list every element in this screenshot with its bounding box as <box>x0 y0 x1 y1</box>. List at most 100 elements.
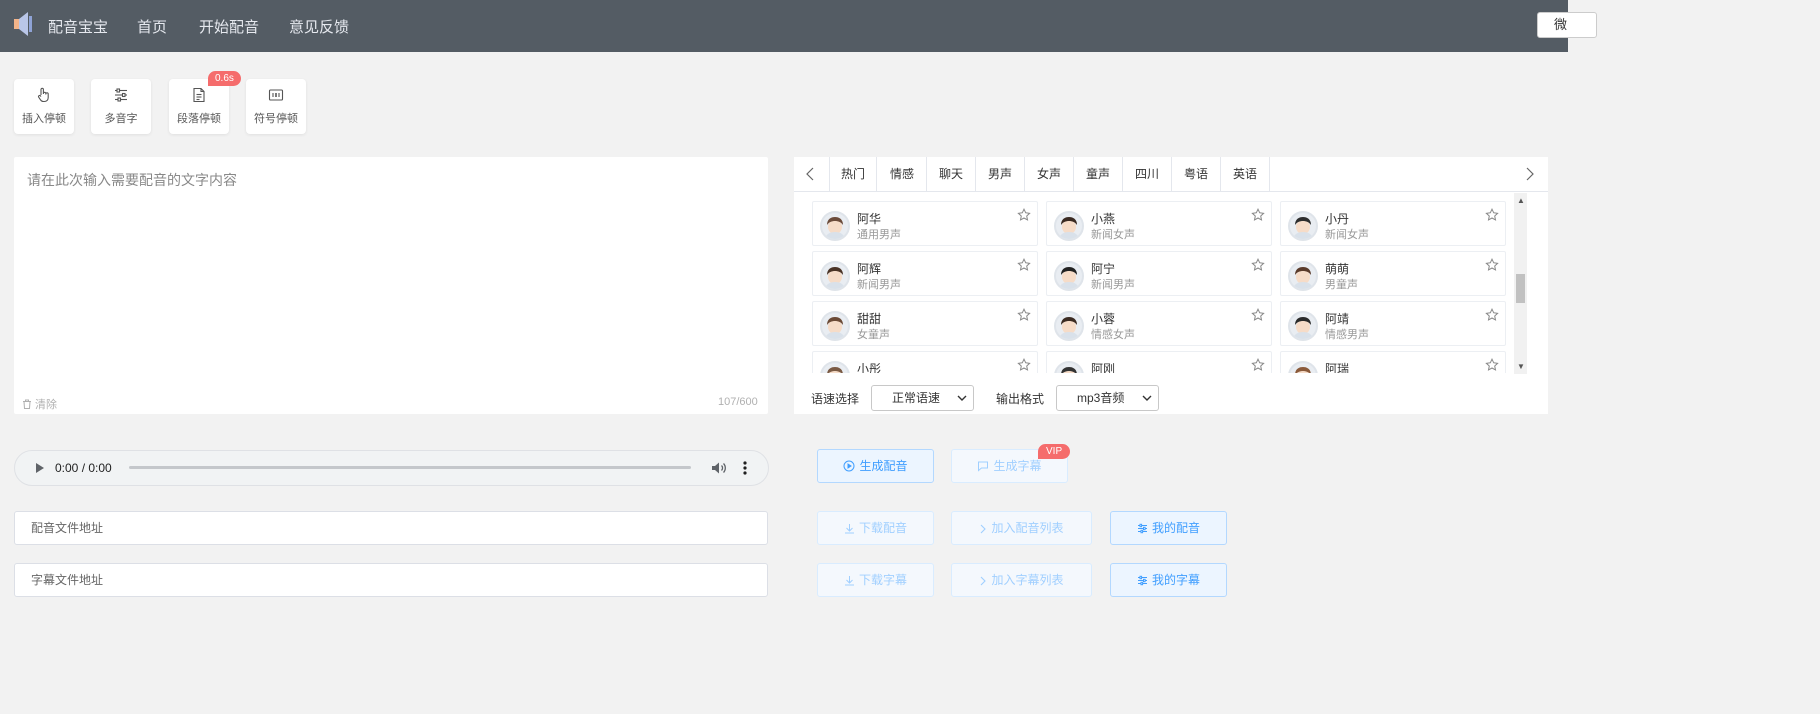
format-label: 输出格式 <box>996 392 1045 406</box>
symbol-pause-button[interactable]: 符号停顿 <box>246 79 306 134</box>
symbol-box-icon <box>268 89 284 101</box>
tab-female[interactable]: 女声 <box>1025 157 1074 192</box>
scroll-down-arrow-icon[interactable]: ▼ <box>1517 362 1525 371</box>
playback-progress-bar[interactable] <box>129 466 691 469</box>
speed-select[interactable]: 正常语速 <box>871 385 974 411</box>
voice-card[interactable]: 阿瑞 <box>1280 351 1506 373</box>
trash-icon <box>23 399 31 409</box>
voice-card[interactable]: 小燕 新闻女声 <box>1046 201 1272 246</box>
voice-card[interactable]: 阿宁 新闻男声 <box>1046 251 1272 296</box>
tab-hot[interactable]: 热门 <box>829 157 877 192</box>
download-audio-button[interactable]: 下载配音 <box>817 511 934 545</box>
chevron-left-icon[interactable] <box>805 166 815 182</box>
voice-card[interactable]: 阿靖 情感男声 <box>1280 301 1506 346</box>
voice-name: 甜甜 <box>857 312 882 326</box>
generate-audio-button[interactable]: 生成配音 <box>817 449 934 483</box>
brand-name[interactable]: 配音宝宝 <box>48 16 108 37</box>
star-icon[interactable] <box>1017 308 1031 322</box>
clear-label: 清除 <box>35 399 57 411</box>
sliders-icon <box>115 88 127 102</box>
play-icon[interactable] <box>35 462 45 474</box>
download-subtitle-button[interactable]: 下载字幕 <box>817 563 934 597</box>
top-nav: 配音宝宝 首页 开始配音 意见反馈 微 <box>0 0 1597 52</box>
chevron-right-icon[interactable] <box>1525 166 1535 182</box>
tool-label: 插入停顿 <box>22 113 66 125</box>
insert-pause-button[interactable]: 插入停顿 <box>14 79 74 134</box>
voice-description: 新闻女声 <box>1091 229 1135 241</box>
voice-card[interactable]: 萌萌 男童声 <box>1280 251 1506 296</box>
paragraph-pause-button[interactable]: 段落停顿 <box>169 79 229 134</box>
chevron-down-icon <box>957 395 967 401</box>
speed-value: 正常语速 <box>892 391 941 405</box>
speed-label: 语速选择 <box>811 392 860 406</box>
star-icon[interactable] <box>1485 358 1499 372</box>
subtitle-url-field[interactable] <box>14 563 768 597</box>
chat-icon <box>978 461 989 472</box>
speaker-logo-icon <box>14 12 32 36</box>
voice-name: 阿华 <box>857 212 882 226</box>
tab-sichuan[interactable]: 四川 <box>1123 157 1172 192</box>
button-label: 加入字幕列表 <box>991 573 1064 587</box>
download-icon <box>844 576 854 586</box>
star-icon[interactable] <box>1251 358 1265 372</box>
tab-cantonese[interactable]: 粤语 <box>1172 157 1221 192</box>
voice-card[interactable]: 阿辉 新闻男声 <box>812 251 1038 296</box>
nav-feedback[interactable]: 意见反馈 <box>289 16 349 37</box>
star-icon[interactable] <box>1485 308 1499 322</box>
avatar <box>1054 361 1084 373</box>
audio-url-field[interactable] <box>14 511 768 545</box>
star-icon[interactable] <box>1485 208 1499 222</box>
format-select[interactable]: mp3音频 <box>1056 385 1159 411</box>
hand-pointer-icon <box>38 87 49 103</box>
nav-home[interactable]: 首页 <box>137 16 167 37</box>
voice-category-tabs: 热门 情感 聊天 男声 女声 童声 四川 粤语 英语 <box>794 157 1548 192</box>
avatar <box>1054 311 1084 341</box>
voice-description: 新闻男声 <box>1091 279 1135 291</box>
voice-description: 男童声 <box>1325 279 1358 291</box>
tab-male[interactable]: 男声 <box>976 157 1025 192</box>
volume-icon[interactable] <box>711 461 727 475</box>
my-subtitle-button[interactable]: 我的字幕 <box>1110 563 1227 597</box>
star-icon[interactable] <box>1017 258 1031 272</box>
tab-emotion[interactable]: 情感 <box>878 157 927 192</box>
tool-label: 多音字 <box>104 113 138 125</box>
my-audio-button[interactable]: 我的配音 <box>1110 511 1227 545</box>
star-icon[interactable] <box>1251 258 1265 272</box>
voice-card[interactable]: 小彤 <box>812 351 1038 373</box>
voice-name: 阿靖 <box>1325 312 1350 326</box>
tab-english[interactable]: 英语 <box>1221 157 1270 192</box>
nav-start-dubbing[interactable]: 开始配音 <box>199 16 259 37</box>
voice-description: 新闻女声 <box>1325 229 1369 241</box>
voice-card[interactable]: 阿华 通用男声 <box>812 201 1038 246</box>
scrollbar-thumb[interactable] <box>1516 274 1525 303</box>
wechat-button[interactable]: 微 <box>1537 12 1597 38</box>
scroll-up-arrow-icon[interactable]: ▲ <box>1517 196 1525 205</box>
voice-card[interactable]: 甜甜 女童声 <box>812 301 1038 346</box>
polyphone-button[interactable]: 多音字 <box>91 79 151 134</box>
star-icon[interactable] <box>1251 208 1265 222</box>
tab-child[interactable]: 童声 <box>1074 157 1123 192</box>
star-icon[interactable] <box>1251 308 1265 322</box>
sliders-icon <box>1137 575 1147 586</box>
more-options-icon[interactable] <box>742 460 748 476</box>
download-icon <box>844 524 854 534</box>
star-icon[interactable] <box>1017 208 1031 222</box>
button-label: 下载配音 <box>858 521 907 535</box>
voice-card[interactable]: 小丹 新闻女声 <box>1280 201 1506 246</box>
sliders-icon <box>1137 523 1147 534</box>
add-subtitle-list-button[interactable]: 加入字幕列表 <box>951 563 1092 597</box>
chevron-right-icon <box>981 524 987 534</box>
star-icon[interactable] <box>1485 258 1499 272</box>
voice-card[interactable]: 阿刚 <box>1046 351 1272 373</box>
voice-description: 通用男声 <box>857 229 901 241</box>
dubbing-text-input[interactable] <box>14 157 768 414</box>
tab-chat[interactable]: 聊天 <box>927 157 976 192</box>
voice-card[interactable]: 小蓉 情感女声 <box>1046 301 1272 346</box>
avatar <box>1288 311 1318 341</box>
avatar <box>1288 211 1318 241</box>
star-icon[interactable] <box>1017 358 1031 372</box>
chevron-down-icon <box>1142 395 1152 401</box>
add-audio-list-button[interactable]: 加入配音列表 <box>951 511 1092 545</box>
clear-button[interactable]: 清除 <box>22 396 57 412</box>
voice-name: 小蓉 <box>1091 312 1116 326</box>
